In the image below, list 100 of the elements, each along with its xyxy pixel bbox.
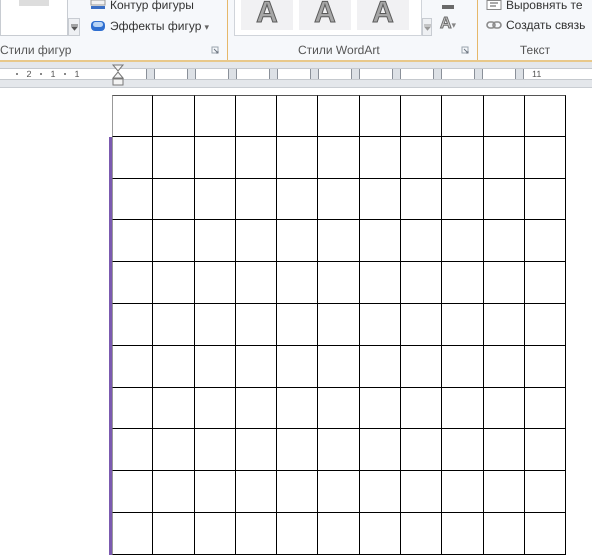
ribbon-command[interactable]: Выровнять те bbox=[486, 0, 592, 11]
table-cell[interactable] bbox=[401, 304, 442, 346]
table-cell[interactable] bbox=[401, 471, 442, 513]
table-cell[interactable] bbox=[484, 220, 525, 262]
table-cell[interactable] bbox=[194, 95, 236, 137]
column-marker-icon[interactable] bbox=[351, 69, 360, 79]
table-cell[interactable] bbox=[318, 304, 360, 346]
table-cell[interactable] bbox=[236, 346, 278, 388]
table-cell[interactable] bbox=[484, 346, 525, 388]
table-cell[interactable] bbox=[277, 304, 318, 346]
table-cell[interactable] bbox=[277, 262, 318, 304]
table-cell[interactable] bbox=[236, 220, 278, 262]
table-cell[interactable] bbox=[112, 346, 154, 388]
ribbon-command[interactable]: Создать связь bbox=[486, 19, 592, 31]
table-cell[interactable] bbox=[153, 262, 195, 304]
table-cell[interactable] bbox=[112, 95, 154, 137]
table-cell[interactable] bbox=[401, 346, 442, 388]
table-cell[interactable] bbox=[524, 136, 566, 179]
table-cell[interactable] bbox=[194, 388, 236, 430]
table-cell[interactable] bbox=[194, 220, 236, 262]
table-cell[interactable] bbox=[194, 304, 236, 346]
table-cell[interactable] bbox=[153, 512, 195, 555]
table-cell[interactable] bbox=[524, 262, 566, 304]
table-cell[interactable] bbox=[360, 136, 402, 179]
column-marker-icon[interactable] bbox=[515, 69, 524, 79]
table-cell[interactable] bbox=[277, 429, 318, 472]
table-cell[interactable] bbox=[153, 220, 195, 262]
table-cell[interactable] bbox=[194, 346, 236, 388]
table-cell[interactable] bbox=[277, 220, 318, 262]
table-cell[interactable] bbox=[524, 346, 566, 388]
table-cell[interactable] bbox=[401, 429, 442, 472]
table-cell[interactable] bbox=[484, 136, 525, 179]
table-cell[interactable] bbox=[401, 262, 442, 304]
table-cell[interactable] bbox=[401, 220, 442, 262]
table-cell[interactable] bbox=[112, 136, 154, 179]
table-cell[interactable] bbox=[236, 388, 278, 430]
table-cell[interactable] bbox=[401, 178, 442, 220]
table-cell[interactable] bbox=[360, 304, 402, 346]
table-cell[interactable] bbox=[194, 178, 236, 220]
table-cell[interactable] bbox=[360, 262, 402, 304]
table-cell[interactable] bbox=[112, 304, 154, 346]
table-cell[interactable] bbox=[236, 429, 278, 472]
ribbon-command[interactable]: Эффекты фигур ▾ bbox=[90, 19, 210, 33]
table-cell[interactable] bbox=[484, 388, 525, 430]
table-cell[interactable] bbox=[442, 178, 484, 220]
table-cell[interactable] bbox=[236, 304, 278, 346]
table-cell[interactable] bbox=[360, 388, 402, 430]
table-cell[interactable] bbox=[401, 95, 442, 137]
table-cell[interactable] bbox=[318, 388, 360, 430]
table-cell[interactable] bbox=[442, 388, 484, 430]
table-cell[interactable] bbox=[153, 95, 195, 137]
indent-marker-icon[interactable] bbox=[112, 64, 124, 86]
table-cell[interactable] bbox=[484, 512, 525, 555]
table-cell[interactable] bbox=[112, 262, 154, 304]
table-cell[interactable] bbox=[360, 429, 402, 472]
table-cell[interactable] bbox=[153, 429, 195, 472]
table-cell[interactable] bbox=[194, 471, 236, 513]
table-cell[interactable] bbox=[524, 429, 566, 472]
table-cell[interactable] bbox=[277, 136, 318, 179]
table-cell[interactable] bbox=[442, 136, 484, 179]
table-cell[interactable] bbox=[318, 346, 360, 388]
table-cell[interactable] bbox=[153, 471, 195, 513]
table-cell[interactable] bbox=[360, 346, 402, 388]
table-cell[interactable] bbox=[401, 512, 442, 555]
table-cell[interactable] bbox=[236, 262, 278, 304]
column-marker-icon[interactable] bbox=[146, 69, 155, 79]
table-cell[interactable] bbox=[484, 95, 525, 137]
table-cell[interactable] bbox=[401, 388, 442, 430]
table-cell[interactable] bbox=[153, 346, 195, 388]
table-cell[interactable] bbox=[153, 388, 195, 430]
table-cell[interactable] bbox=[236, 512, 278, 555]
table-cell[interactable] bbox=[153, 178, 195, 220]
column-marker-icon[interactable] bbox=[474, 69, 483, 79]
table-cell[interactable] bbox=[318, 262, 360, 304]
table-cell[interactable] bbox=[484, 178, 525, 220]
table-cell[interactable] bbox=[112, 429, 154, 472]
table-cell[interactable] bbox=[442, 471, 484, 513]
table-cell[interactable] bbox=[524, 512, 566, 555]
table-cell[interactable] bbox=[524, 95, 566, 137]
table-cell[interactable] bbox=[194, 262, 236, 304]
table-cell[interactable] bbox=[442, 95, 484, 137]
column-marker-icon[interactable] bbox=[228, 69, 237, 79]
table-cell[interactable] bbox=[112, 512, 154, 555]
table-cell[interactable] bbox=[318, 471, 360, 513]
gallery-more-button[interactable] bbox=[68, 18, 80, 36]
table-cell[interactable] bbox=[484, 304, 525, 346]
ribbon-command[interactable]: Контур фигуры bbox=[90, 0, 210, 11]
table-cell[interactable] bbox=[194, 136, 236, 179]
table-cell[interactable] bbox=[318, 512, 360, 555]
table-cell[interactable] bbox=[360, 95, 402, 137]
table-cell[interactable] bbox=[442, 346, 484, 388]
table-cell[interactable] bbox=[112, 471, 154, 513]
table-cell[interactable] bbox=[442, 429, 484, 472]
table-cell[interactable] bbox=[318, 220, 360, 262]
table-cell[interactable] bbox=[277, 95, 318, 137]
table-cell[interactable] bbox=[318, 136, 360, 179]
column-marker-icon[interactable] bbox=[433, 69, 442, 79]
table-cell[interactable] bbox=[318, 178, 360, 220]
table-cell[interactable] bbox=[360, 220, 402, 262]
column-marker-icon[interactable] bbox=[392, 69, 401, 79]
